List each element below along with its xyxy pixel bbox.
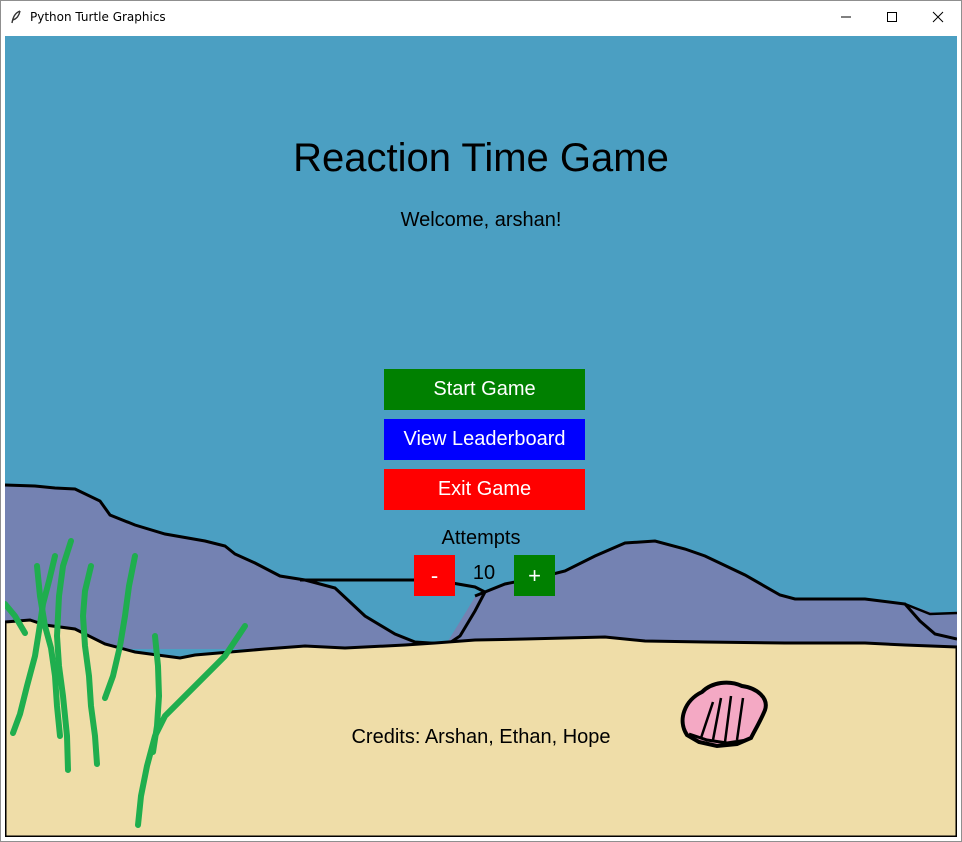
increment-attempts-button[interactable]: + xyxy=(514,555,555,596)
view-leaderboard-button[interactable]: View Leaderboard xyxy=(384,419,585,460)
decrement-attempts-button[interactable]: - xyxy=(414,555,455,596)
maximize-button[interactable] xyxy=(869,1,915,32)
close-button[interactable] xyxy=(915,1,961,32)
title-bar[interactable]: Python Turtle Graphics xyxy=(1,1,961,32)
game-canvas[interactable]: Reaction Time Game Welcome, arshan! Star… xyxy=(5,36,957,837)
attempts-value: 10 xyxy=(472,562,496,584)
attempts-label: Attempts xyxy=(441,527,521,549)
turtle-window: Python Turtle Graphics Reaction Time Gam… xyxy=(0,0,962,842)
window-title: Python Turtle Graphics xyxy=(30,9,166,24)
welcome-message: Welcome, arshan! xyxy=(400,209,562,231)
game-title: Reaction Time Game xyxy=(293,136,669,180)
window-controls xyxy=(823,1,961,32)
minimize-button[interactable] xyxy=(823,1,869,32)
credits-text: Credits: Arshan, Ethan, Hope xyxy=(351,726,611,748)
exit-game-button[interactable]: Exit Game xyxy=(384,469,585,510)
feather-icon xyxy=(10,1,30,32)
start-game-button[interactable]: Start Game xyxy=(384,369,585,410)
